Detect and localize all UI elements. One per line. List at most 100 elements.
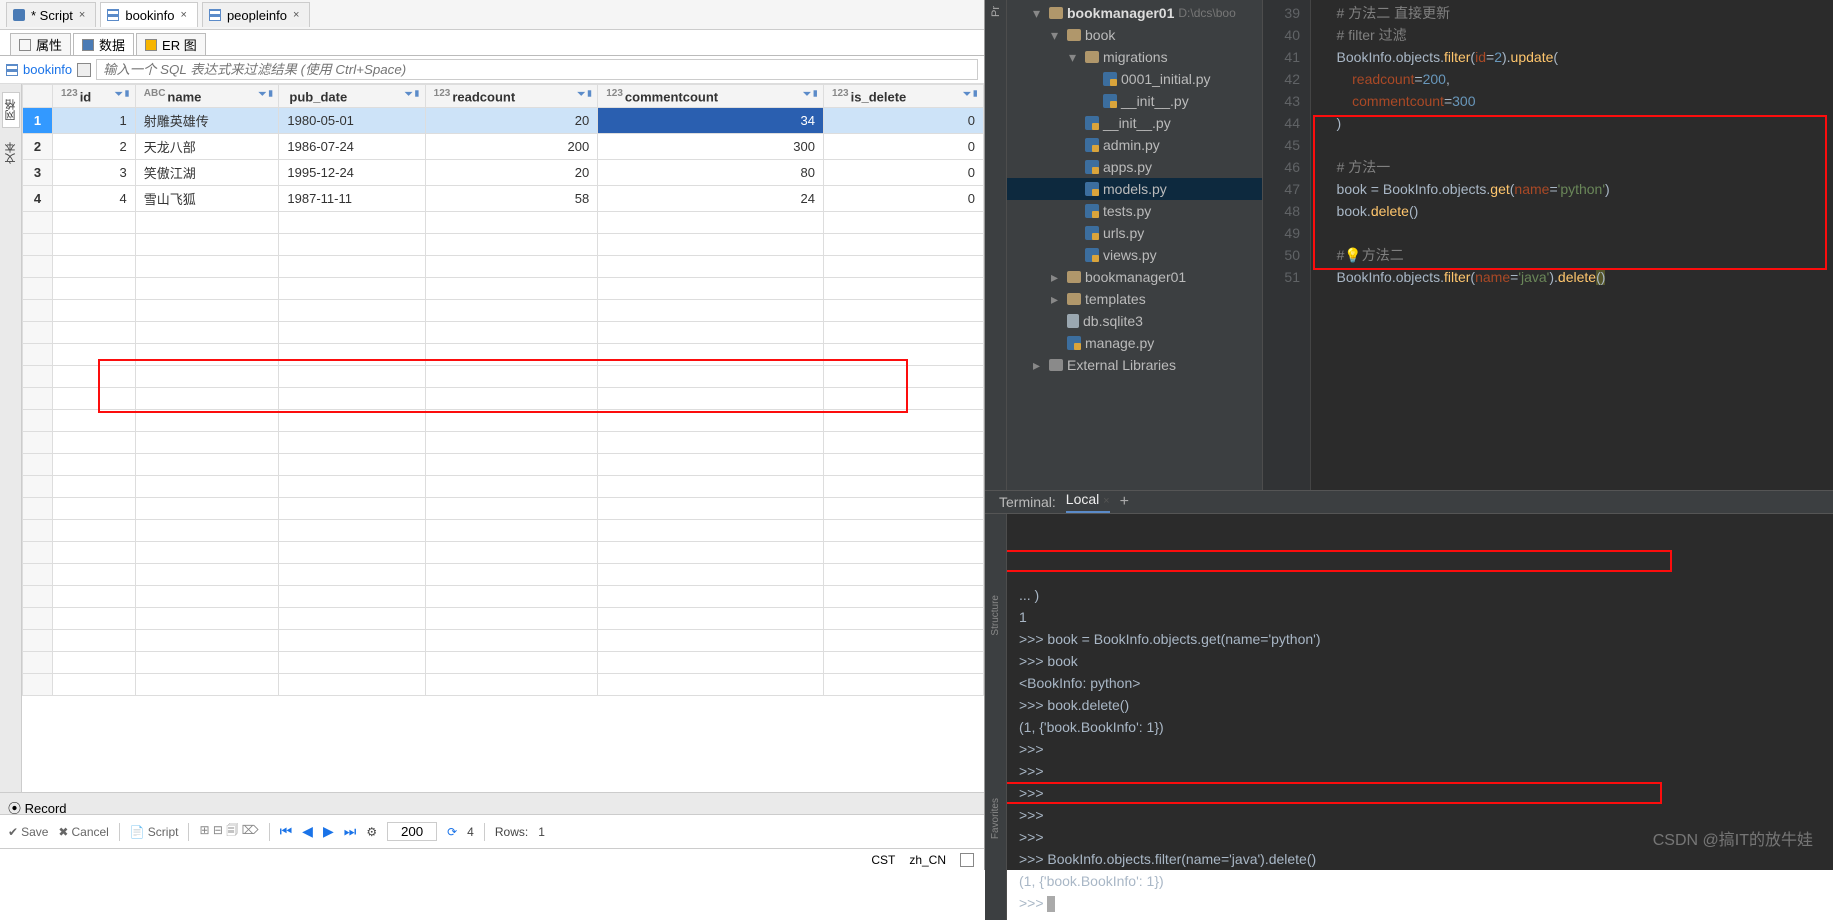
cell[interactable]: 300 (598, 134, 824, 160)
vtab-grid[interactable]: 网格 (2, 92, 20, 128)
code-line[interactable] (1321, 134, 1833, 156)
table-row[interactable]: 2 2 天龙八部 1986-07-24 200 300 0 (23, 134, 984, 160)
rownum-cell[interactable]: 1 (23, 108, 53, 134)
filter-icon[interactable]: ⏷▮ (115, 89, 131, 100)
close-icon[interactable]: × (79, 9, 85, 21)
cell[interactable]: 1986-07-24 (279, 134, 425, 160)
rownum-cell[interactable]: 2 (23, 134, 53, 160)
column-header[interactable]: pub_date⏷▮ (279, 85, 425, 108)
cell[interactable]: 20 (425, 160, 598, 186)
cell[interactable]: 24 (598, 186, 824, 212)
result-grid[interactable]: 123id⏷▮ABCname⏷▮pub_date⏷▮123readcount⏷▮… (22, 84, 984, 792)
cell[interactable]: 4 (53, 186, 136, 212)
tree-item[interactable]: views.py (1007, 244, 1262, 266)
rownum-cell[interactable]: 4 (23, 186, 53, 212)
edit-icons[interactable]: ⊞ ⊟ 🗐 ⌦ (199, 821, 258, 842)
code-line[interactable]: ) (1321, 112, 1833, 134)
code-line[interactable]: commentcount=300 (1321, 90, 1833, 112)
status-sql-icon[interactable] (960, 853, 974, 867)
terminal-tab-local[interactable]: Local × (1066, 491, 1110, 513)
cell[interactable]: 58 (425, 186, 598, 212)
nav-next[interactable]: ▶ (323, 823, 334, 840)
close-icon[interactable]: × (181, 9, 187, 21)
code-line[interactable]: BookInfo.objects.filter(id=2).update( (1321, 46, 1833, 68)
column-header[interactable]: 123readcount⏷▮ (425, 85, 598, 108)
vtab-text[interactable]: 文本 (3, 136, 19, 170)
filter-icon[interactable]: ⏷▮ (963, 89, 979, 100)
code-line[interactable]: readcount=200, (1321, 68, 1833, 90)
cell[interactable]: 笑傲江湖 (135, 160, 279, 186)
code-editor[interactable]: 39404142434445464748495051 # 方法二 直接更新 # … (1263, 0, 1833, 490)
editor-tab[interactable]: * Script× (6, 2, 96, 27)
column-header[interactable]: ABCname⏷▮ (135, 85, 279, 108)
tool-strip-left[interactable]: Structure Favorites (985, 514, 1007, 920)
tree-item[interactable]: admin.py (1007, 134, 1262, 156)
cell[interactable]: 0 (823, 108, 983, 134)
tree-item[interactable]: ▸ templates (1007, 288, 1262, 310)
editor-tab[interactable]: bookinfo× (100, 2, 198, 27)
subtab-properties[interactable]: 属性 (10, 33, 71, 55)
tree-item[interactable]: ▸ External Libraries (1007, 354, 1262, 376)
cell[interactable]: 34 (598, 108, 824, 134)
close-icon[interactable]: × (293, 9, 299, 21)
rownum-header[interactable] (23, 85, 53, 108)
code-line[interactable]: BookInfo.objects.filter(name='java').del… (1321, 266, 1833, 288)
terminal-output[interactable]: ... )1>>> book = BookInfo.objects.get(na… (1007, 514, 1833, 920)
refresh-icon[interactable]: ⟳ (447, 825, 457, 839)
editor-tab[interactable]: peopleinfo× (202, 2, 310, 27)
cell[interactable]: 天龙八部 (135, 134, 279, 160)
filter-input[interactable] (96, 59, 978, 80)
cell[interactable]: 20 (425, 108, 598, 134)
code-line[interactable]: # filter 过滤 (1321, 24, 1833, 46)
cell[interactable]: 2 (53, 134, 136, 160)
subtab-er[interactable]: ER 图 (136, 33, 206, 55)
cell[interactable]: 3 (53, 160, 136, 186)
filter-icon[interactable]: ⏷▮ (405, 89, 421, 100)
column-header[interactable]: 123commentcount⏷▮ (598, 85, 824, 108)
filter-icon[interactable]: ⏷▮ (258, 89, 274, 100)
tree-item[interactable]: apps.py (1007, 156, 1262, 178)
cell[interactable]: 1980-05-01 (279, 108, 425, 134)
code-area[interactable]: # 方法二 直接更新 # filter 过滤 BookInfo.objects.… (1311, 0, 1833, 490)
structure-tool[interactable]: Structure (990, 595, 1001, 636)
gear-icon[interactable]: ⚙ (366, 825, 377, 839)
tree-root[interactable]: ▾ bookmanager01 D:\dcs\boo (1007, 2, 1262, 24)
table-row[interactable]: 4 4 雪山飞狐 1987-11-11 58 24 0 (23, 186, 984, 212)
expand-icon[interactable] (77, 63, 91, 77)
tree-item[interactable]: tests.py (1007, 200, 1262, 222)
cell[interactable]: 射雕英雄传 (135, 108, 279, 134)
tree-item[interactable]: 0001_initial.py (1007, 68, 1262, 90)
cell[interactable]: 0 (823, 160, 983, 186)
cell[interactable]: 0 (823, 186, 983, 212)
code-line[interactable]: book.delete() (1321, 200, 1833, 222)
cell[interactable]: 80 (598, 160, 824, 186)
code-line[interactable]: book = BookInfo.objects.get(name='python… (1321, 178, 1833, 200)
cancel-button[interactable]: ✖ Cancel (58, 825, 108, 839)
subtab-data[interactable]: 数据 (73, 33, 134, 55)
code-line[interactable]: # 方法二 直接更新 (1321, 2, 1833, 24)
tree-item[interactable]: __init__.py (1007, 90, 1262, 112)
tree-item[interactable]: ▾ migrations (1007, 46, 1262, 68)
tree-item[interactable]: models.py (1007, 178, 1262, 200)
table-row[interactable]: 1 1 射雕英雄传 1980-05-01 20 34 0 (23, 108, 984, 134)
nav-first[interactable]: ⏮ (280, 823, 293, 840)
new-terminal-icon[interactable]: + (1120, 493, 1129, 511)
column-header[interactable]: 123id⏷▮ (53, 85, 136, 108)
code-line[interactable]: # 方法一 (1321, 156, 1833, 178)
column-header[interactable]: 123is_delete⏷▮ (823, 85, 983, 108)
filter-icon[interactable]: ⏷▮ (803, 89, 819, 100)
filter-icon[interactable]: ⏷▮ (577, 89, 593, 100)
page-size-input[interactable] (387, 822, 437, 841)
tree-item[interactable]: __init__.py (1007, 112, 1262, 134)
cell[interactable]: 1987-11-11 (279, 186, 425, 212)
project-tree[interactable]: ▾ bookmanager01 D:\dcs\boo▾ book▾ migrat… (1007, 0, 1263, 490)
cell[interactable]: 0 (823, 134, 983, 160)
entity-name[interactable]: bookinfo (23, 62, 72, 77)
tree-item[interactable]: ▸ bookmanager01 (1007, 266, 1262, 288)
rownum-cell[interactable]: 3 (23, 160, 53, 186)
cell[interactable]: 200 (425, 134, 598, 160)
script-button[interactable]: 📄 Script (130, 825, 179, 839)
cell[interactable]: 1 (53, 108, 136, 134)
cell[interactable]: 雪山飞狐 (135, 186, 279, 212)
project-tool-strip[interactable]: Pr (985, 0, 1007, 490)
